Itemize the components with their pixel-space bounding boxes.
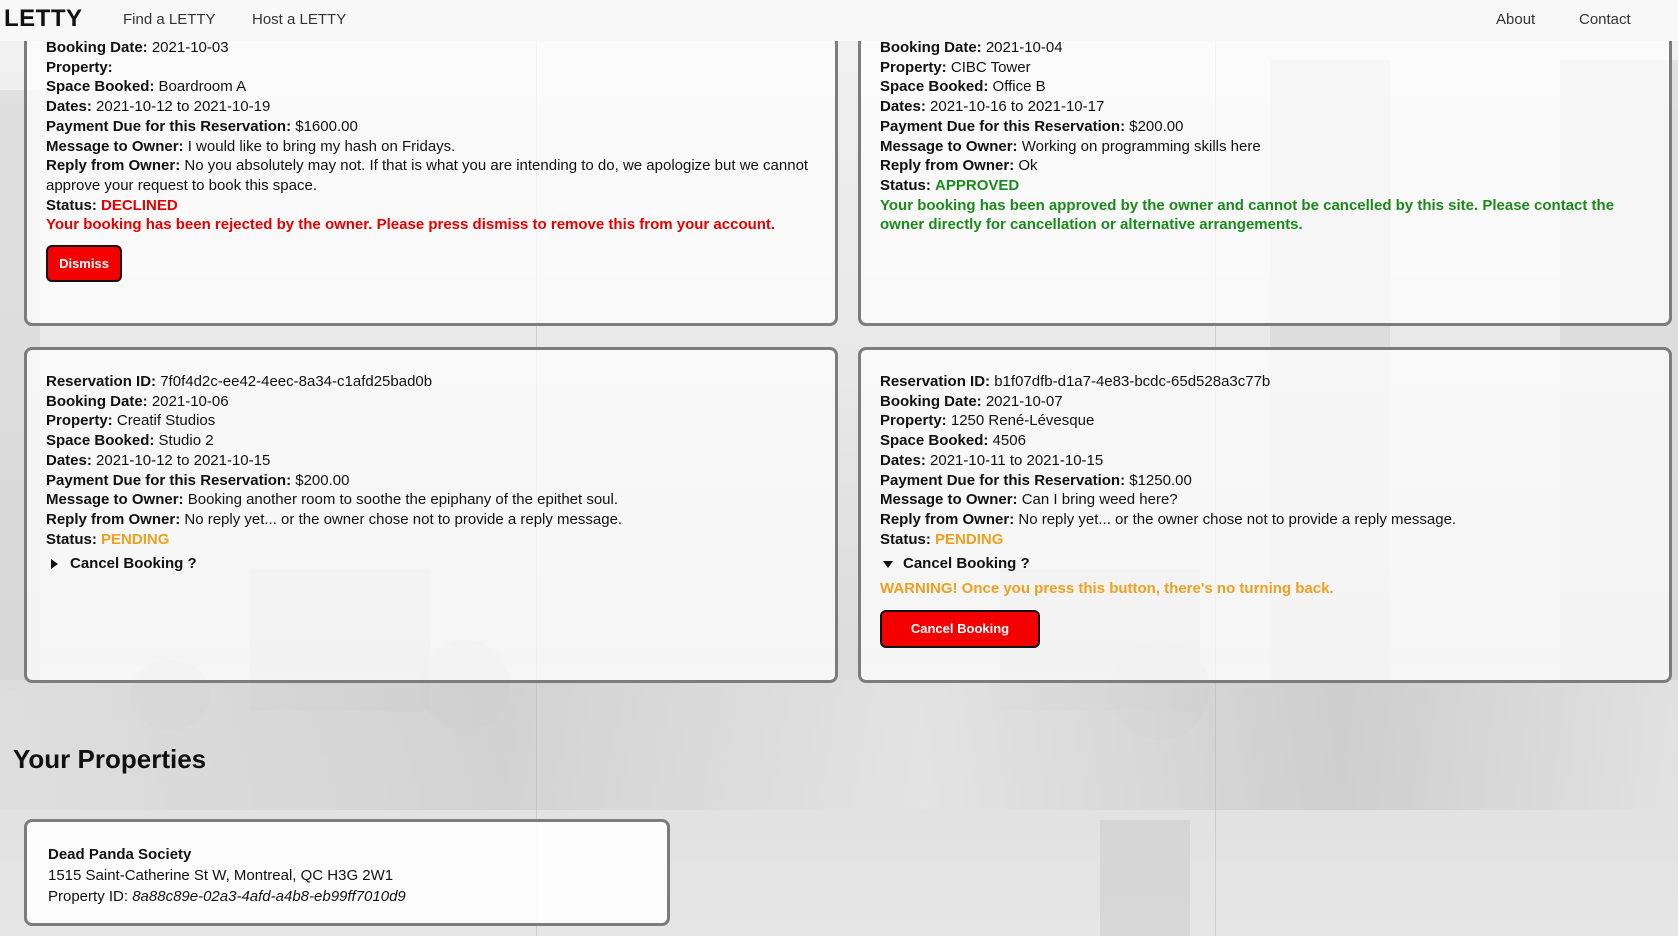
status-badge: DECLINED: [101, 196, 178, 214]
reservation-card-approved: Booking Date: 2021-10-04 Property: CIBC …: [858, 0, 1672, 326]
message-row: Message to Owner: Can I bring weed here?: [880, 491, 1178, 509]
top-navbar: LETTY Find a LETTY Host a LETTY About Co…: [0, 0, 1678, 41]
status-row: Status: PENDING: [46, 530, 170, 548]
dates-row: Dates: 2021-10-16 to 2021-10-17: [880, 98, 1105, 116]
reply-row: Reply from Owner: No you absolutely may …: [46, 157, 809, 194]
space-row: Space Booked: Office B: [880, 78, 1046, 96]
payment-row: Payment Due for this Reservation: $200.0…: [880, 117, 1184, 135]
message-row: Message to Owner: I would like to bring …: [46, 137, 456, 155]
nav-contact[interactable]: Contact: [1579, 11, 1631, 28]
dismiss-button[interactable]: Dismiss: [46, 245, 122, 283]
cancel-booking-button[interactable]: Cancel Booking: [880, 609, 1040, 648]
approved-notice: Your booking has been approved by the ow…: [880, 196, 1615, 234]
status-badge: PENDING: [935, 530, 1004, 548]
reservation-card-pending-expanded: Reservation ID: b1f07dfb-d1a7-4e83-bcdc-…: [858, 347, 1672, 683]
status-badge: APPROVED: [935, 176, 1020, 194]
caret-right-icon: [51, 559, 58, 570]
property-name: Dead Panda Society: [48, 846, 192, 863]
nav-host-letty[interactable]: Host a LETTY: [252, 11, 346, 28]
space-row: Space Booked: Studio 2: [46, 432, 214, 450]
property-row: Property: Creatif Studios: [46, 412, 216, 430]
reservation-card-declined: Booking Date: 2021-10-03 Property: Space…: [24, 0, 838, 326]
dates-row: Dates: 2021-10-12 to 2021-10-19: [46, 98, 271, 116]
payment-row: Payment Due for this Reservation: $1600.…: [46, 117, 358, 135]
brand-logo[interactable]: LETTY: [4, 5, 83, 33]
payment-row: Payment Due for this Reservation: $200.0…: [46, 471, 350, 489]
status-badge: PENDING: [101, 530, 170, 548]
property-address: 1515 Saint-Catherine St W, Montreal, QC …: [48, 867, 394, 884]
message-row: Message to Owner: Booking another room t…: [46, 491, 619, 509]
status-row: Status: DECLINED: [46, 196, 178, 214]
dates-row: Dates: 2021-10-12 to 2021-10-15: [46, 451, 271, 469]
status-row: Status: PENDING: [880, 530, 1004, 548]
property-row: Property: CIBC Tower: [880, 58, 1031, 76]
caret-down-icon: [883, 560, 893, 568]
payment-row: Payment Due for this Reservation: $1250.…: [880, 471, 1192, 489]
booking-date-row: Booking Date: 2021-10-07: [880, 392, 1063, 410]
cancel-booking-toggle[interactable]: Cancel Booking ?: [46, 554, 815, 574]
reservation-id-row: Reservation ID: 7f0f4d2c-ee42-4eec-8a34-…: [46, 373, 433, 390]
booking-date-row: Booking Date: 2021-10-06: [46, 392, 229, 410]
reply-row: Reply from Owner: Ok: [880, 157, 1038, 175]
space-row: Space Booked: 4506: [880, 432, 1026, 450]
property-row: Property: 1250 René-Lévesque: [880, 412, 1095, 430]
cancel-warning: WARNING! Once you press this button, the…: [880, 580, 1334, 598]
section-title-your-properties: Your Properties: [13, 744, 207, 774]
property-id-value: 8a88c89e-02a3-4afd-a4b8-eb99ff7010d9: [132, 888, 406, 905]
nav-find-letty[interactable]: Find a LETTY: [123, 11, 216, 28]
dates-row: Dates: 2021-10-11 to 2021-10-15: [880, 451, 1104, 469]
reservation-id-row: Reservation ID: b1f07dfb-d1a7-4e83-bcdc-…: [880, 373, 1271, 390]
cancel-booking-toggle[interactable]: Cancel Booking ?: [880, 554, 1649, 574]
declined-notice: Your booking has been rejected by the ow…: [46, 216, 776, 234]
property-row: Property:: [46, 58, 113, 76]
property-id-row: Property ID: 8a88c89e-02a3-4afd-a4b8-eb9…: [48, 888, 406, 905]
message-row: Message to Owner: Working on programming…: [880, 137, 1261, 155]
status-row: Status: APPROVED: [880, 176, 1020, 194]
property-card[interactable]: Dead Panda Society 1515 Saint-Catherine …: [24, 819, 670, 926]
space-row: Space Booked: Boardroom A: [46, 78, 247, 96]
reservation-card-pending: Reservation ID: 7f0f4d2c-ee42-4eec-8a34-…: [24, 347, 838, 683]
reply-row: Reply from Owner: No reply yet... or the…: [46, 510, 623, 528]
reply-row: Reply from Owner: No reply yet... or the…: [880, 510, 1457, 528]
nav-about[interactable]: About: [1496, 11, 1535, 28]
